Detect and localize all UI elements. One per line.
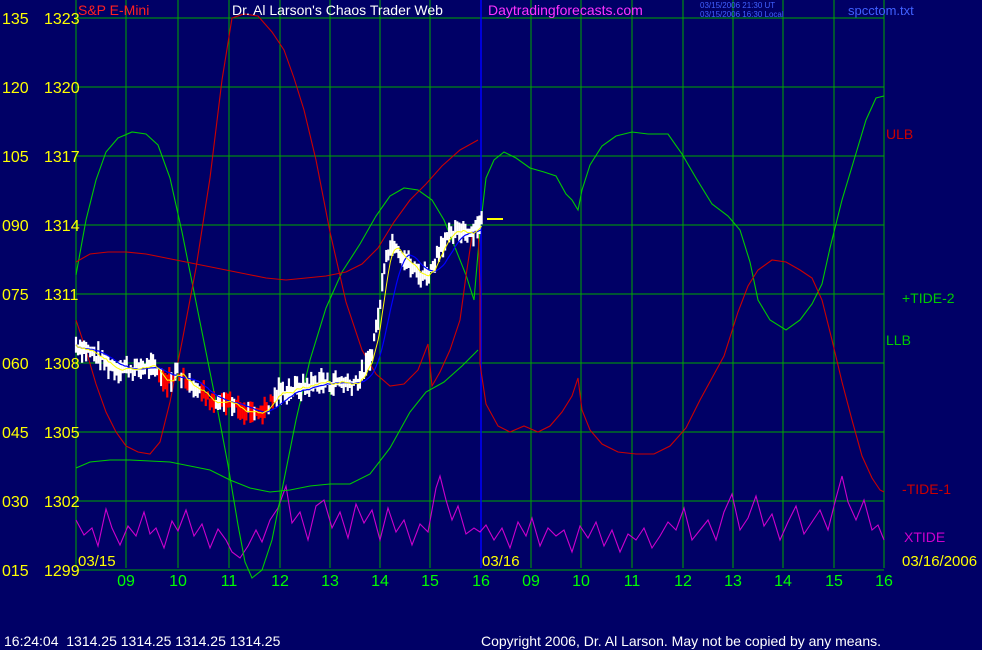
tide2-label: +TIDE-2 [902,290,955,306]
y-tick-outer-label: 075 [2,287,29,304]
date-label-end: 03/16/2006 [902,553,977,570]
x-tick-label: 13 [321,573,339,590]
x-tick-label: 10 [169,573,187,590]
x-tick-label: 14 [774,573,792,590]
y-tick-outer-label: 045 [2,425,29,442]
y-tick-price-label: 1323 [44,11,80,28]
x-tick-label: 09 [522,573,540,590]
x-tick-label: 16 [875,573,893,590]
y-tick-price-label: 1302 [44,494,80,511]
y-tick-outer-label: 135 [2,11,29,28]
y-tick-outer-label: 015 [2,563,29,580]
website-link[interactable]: Daytradingforecasts.com [488,2,643,18]
x-tick-label: 10 [572,573,590,590]
y-tick-outer-label: 105 [2,149,29,166]
y-tick-outer-label: 090 [2,218,29,235]
y-tick-price-label: 1320 [44,80,80,97]
author-title: Dr. Al Larson's Chaos Trader Web [232,2,443,18]
date-label-start: 03/15 [78,553,116,570]
y-tick-price-label: 1311 [44,287,79,304]
x-tick-label: 15 [421,573,439,590]
y-tick-price-label: 1305 [44,425,80,442]
x-tick-label: 12 [271,573,289,590]
xtide-label: XTIDE [904,529,945,545]
x-tick-label: 13 [724,573,742,590]
x-tick-label: 11 [624,573,641,590]
chaos-trader-chart: 135 120 105 090 075 060 045 030 015 1323 1320 1317 1… [0,0,982,650]
date-label-mid: 03/16 [482,553,520,570]
y-tick-price-label: 1314 [44,218,80,235]
ulb-label: ULB [886,126,913,142]
timestamp-ut: 03/15/2006 21:30 UT [700,1,775,10]
y-tick-outer-label: 120 [2,80,29,97]
x-tick-label: 16 [472,573,490,590]
data-filename: spcctom.txt [848,3,914,18]
x-tick-label: 14 [371,573,389,590]
copyright-notice: Copyright 2006, Dr. Al Larson. May not b… [481,633,881,649]
y-tick-price-label: 1308 [44,356,80,373]
llb-label: LLB [886,332,911,348]
y-tick-price-label: 1317 [44,149,80,166]
y-tick-outer-label: 030 [2,494,29,511]
symbol-title: S&P E-Mini [78,2,149,18]
x-tick-label: 12 [674,573,692,590]
timestamp-local: 03/15/2006 16:30 Local [700,10,784,19]
quote-readout: 16:24:04 1314.25 1314.25 1314.25 1314.25 [4,633,281,649]
x-tick-label: 11 [221,573,238,590]
y-tick-outer-label: 060 [2,356,29,373]
x-tick-label: 15 [825,573,843,590]
x-tick-label: 09 [117,573,135,590]
y-tick-price-label: 1299 [44,563,80,580]
tide1-label: -TIDE-1 [902,481,951,497]
